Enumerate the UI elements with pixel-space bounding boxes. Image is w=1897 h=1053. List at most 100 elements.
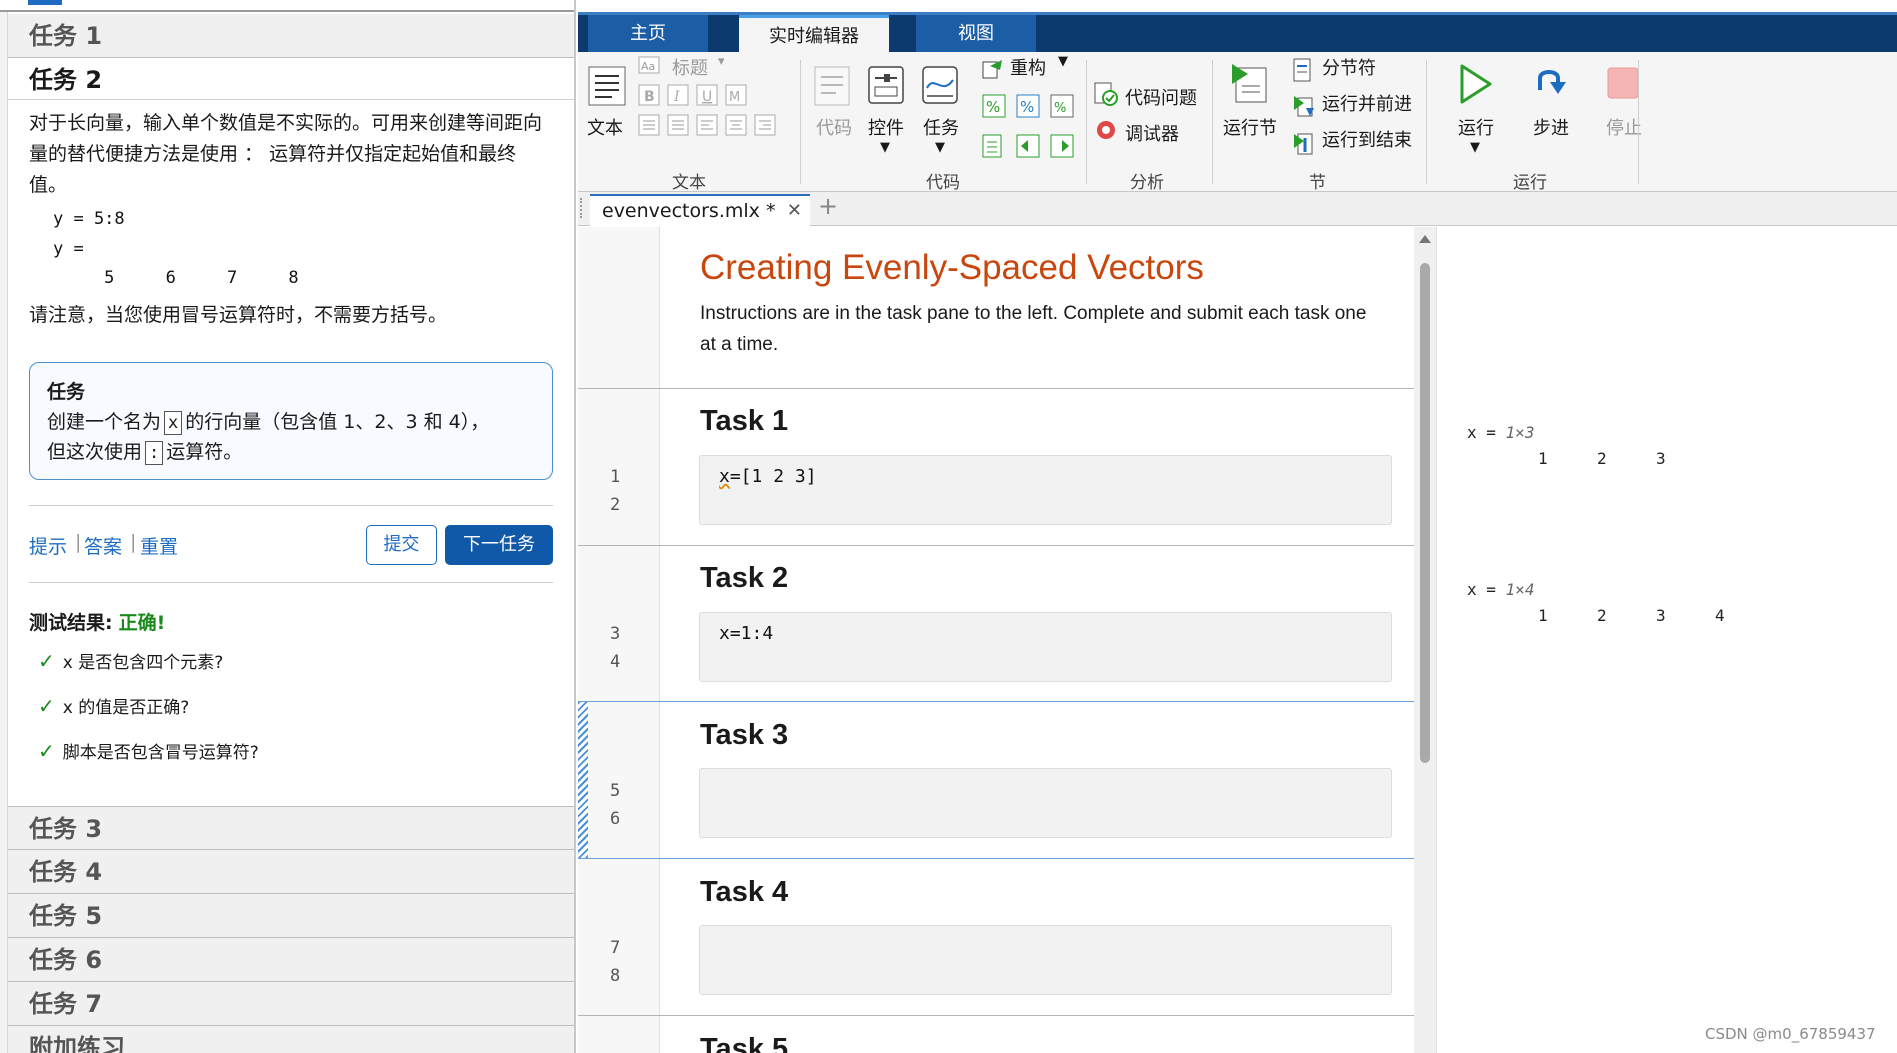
check-item-label: 脚本是否包含冒号运算符? — [62, 743, 259, 763]
paragraph-format-row — [638, 114, 776, 136]
code-issues-button[interactable]: 代码问题 — [1125, 84, 1197, 110]
scrollbar-thumb[interactable] — [1420, 263, 1430, 763]
task-button[interactable]: 任务 — [923, 114, 959, 140]
heading-style-icon: Aa — [638, 56, 660, 74]
tab-grip[interactable] — [580, 198, 584, 218]
output-1-label: x = 1×3 — [1467, 423, 1535, 442]
editor-scrollbar[interactable] — [1414, 227, 1436, 1053]
divider — [29, 582, 553, 583]
run-to-end-icon[interactable] — [1292, 130, 1316, 156]
output-value: 2 — [1597, 449, 1607, 468]
example-code-line-2: y = — [53, 239, 84, 259]
tab-home[interactable]: 主页 — [588, 15, 708, 52]
link-separator: | — [75, 531, 82, 553]
task-box-line-2-pre: 但这次使用 — [47, 441, 143, 463]
tab-view[interactable]: 视图 — [916, 15, 1036, 52]
close-icon[interactable]: ✕ — [787, 196, 802, 226]
code-issues-icon[interactable] — [1094, 82, 1118, 106]
checkmark-icon: ✓ — [38, 649, 55, 673]
run-button[interactable]: 运行 — [1458, 114, 1494, 140]
output-pane: x = 1×3 1 2 3 x = 1×4 1 2 3 4 — [1436, 227, 1897, 1053]
task-2-heading[interactable]: Task 2 — [700, 562, 788, 595]
run-section-icon[interactable] — [1230, 62, 1270, 106]
run-to-end-button[interactable]: 运行到结束 — [1322, 126, 1412, 152]
task-4-heading[interactable]: Task 4 — [700, 876, 788, 909]
task-header-3[interactable]: 任务 3 — [8, 806, 574, 850]
text-button[interactable]: 文本 — [587, 114, 623, 140]
run-and-advance-icon[interactable] — [1292, 94, 1316, 118]
check-item: ✓ x 的值是否正确? — [38, 693, 189, 718]
live-editor[interactable]: Creating Evenly-Spaced Vectors Instructi… — [578, 227, 1414, 1053]
task-5-heading[interactable]: Task 5 — [700, 1033, 788, 1053]
refactor-dropdown[interactable]: 重构 — [1010, 54, 1046, 80]
task-header-extra[interactable]: 附加练习 — [8, 1026, 574, 1053]
watermark: CSDN @m0_67859437 — [1705, 1025, 1876, 1043]
task-1-heading[interactable]: Task 1 — [700, 405, 788, 438]
control-icon[interactable] — [868, 66, 904, 106]
chevron-down-icon: ▼ — [880, 140, 890, 155]
text-icon[interactable] — [588, 66, 626, 106]
code-icon[interactable] — [814, 66, 850, 106]
debugger-button[interactable]: 调试器 — [1125, 120, 1179, 146]
indent-tools-row — [982, 134, 1074, 158]
output-value: 1 — [1538, 606, 1548, 625]
debugger-icon[interactable] — [1094, 118, 1118, 142]
task-header-6[interactable]: 任务 6 — [8, 938, 574, 982]
svg-text:M: M — [729, 90, 740, 105]
answer-link[interactable]: 答案 — [84, 532, 122, 559]
new-tab-button[interactable]: + — [818, 192, 838, 220]
group-label-run: 运行 — [1513, 173, 1547, 193]
code-block-task-1[interactable]: x=[1 2 3] — [699, 455, 1392, 525]
chevron-down-icon: ▼ — [1058, 54, 1068, 69]
run-and-advance-button[interactable]: 运行并前进 — [1322, 90, 1412, 116]
task-3-heading[interactable]: Task 3 — [700, 719, 788, 752]
hint-link[interactable]: 提示 — [29, 532, 67, 559]
code-block-task-4[interactable] — [699, 925, 1392, 995]
code-text[interactable]: x=1:4 — [719, 623, 773, 644]
heading-dropdown[interactable]: 标题 — [672, 54, 708, 80]
task-header-5[interactable]: 任务 5 — [8, 894, 574, 938]
task-header-1[interactable]: 任务 1 — [8, 14, 574, 58]
line-number: 3 — [610, 624, 621, 644]
line-number: 2 — [610, 495, 621, 515]
file-tab-evenvectors[interactable]: evenvectors.mlx * ✕ — [590, 194, 810, 226]
control-button[interactable]: 控件 — [868, 114, 904, 140]
group-label-section: 节 — [1309, 173, 1326, 193]
stop-button[interactable]: 停止 — [1606, 114, 1642, 140]
svg-text:%: % — [986, 98, 1000, 116]
task-pane-left-edge — [0, 12, 8, 1053]
chevron-down-icon: ▾ — [718, 54, 725, 69]
next-task-button[interactable]: 下一任务 — [445, 525, 553, 565]
run-section-button[interactable]: 运行节 — [1223, 114, 1277, 140]
step-icon[interactable] — [1532, 64, 1570, 104]
stop-icon[interactable] — [1606, 66, 1640, 102]
refactor-icon[interactable] — [982, 58, 1004, 80]
document-title[interactable]: Creating Evenly-Spaced Vectors — [700, 248, 1204, 288]
check-item: ✓ 脚本是否包含冒号运算符? — [38, 738, 259, 763]
file-tab-label: evenvectors.mlx * — [602, 200, 776, 222]
group-separator — [1086, 60, 1087, 184]
step-button[interactable]: 步进 — [1533, 114, 1569, 140]
section-divider — [578, 545, 1414, 546]
output-value: 1 — [1538, 449, 1548, 468]
task-header-4[interactable]: 任务 4 — [8, 850, 574, 894]
code-block-task-2[interactable]: x=1:4 — [699, 612, 1392, 682]
document-intro[interactable]: Instructions are in the task pane to the… — [700, 298, 1380, 360]
run-icon[interactable] — [1458, 64, 1494, 104]
task-pane: 任务 1 任务 2 对于长向量，输入单个数值是不实际的。可用来创建等间距向量的替… — [0, 0, 576, 1053]
code-text[interactable]: x=[1 2 3] — [719, 466, 817, 487]
output-1-var: x — [1467, 423, 1477, 442]
code-block-task-3[interactable] — [699, 768, 1392, 838]
task-header-7[interactable]: 任务 7 — [8, 982, 574, 1026]
task-box-line-1-post: 的行向量（包含值 1、2、3 和 4）， — [185, 411, 490, 433]
code-button[interactable]: 代码 — [816, 114, 852, 140]
task-icon[interactable] — [922, 66, 958, 106]
tab-live-editor[interactable]: 实时编辑器 — [739, 15, 889, 52]
reset-link[interactable]: 重置 — [140, 532, 178, 559]
scroll-up-arrow-icon[interactable] — [1419, 235, 1431, 243]
section-break-icon[interactable] — [1292, 58, 1314, 82]
group-separator — [1426, 60, 1427, 184]
section-break-button[interactable]: 分节符 — [1322, 54, 1376, 80]
task-header-2[interactable]: 任务 2 — [8, 58, 574, 100]
submit-button[interactable]: 提交 — [366, 525, 437, 565]
